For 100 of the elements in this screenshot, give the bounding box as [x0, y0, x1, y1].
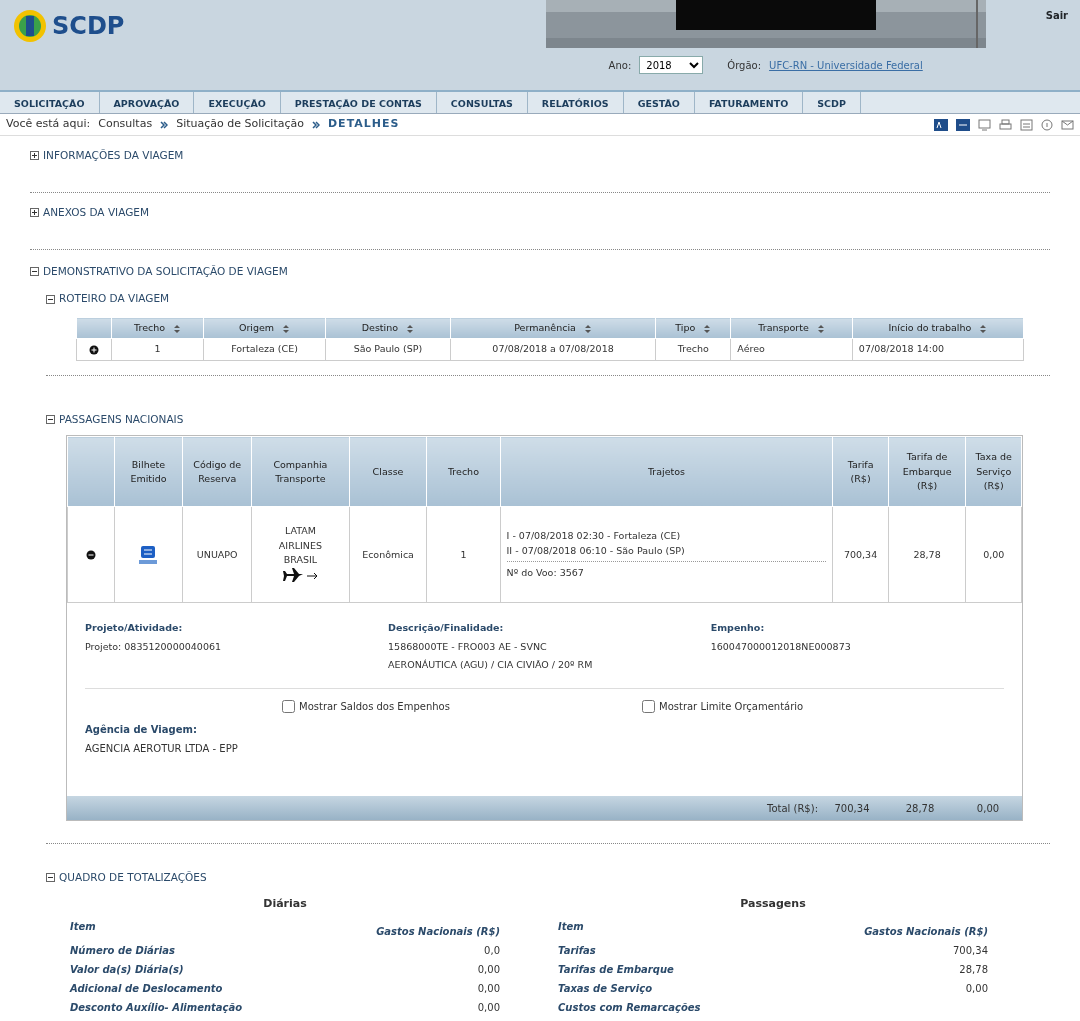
section-title[interactable]: ROTEIRO DA VIAGEM	[59, 291, 170, 307]
print-icon[interactable]	[999, 118, 1012, 131]
breadcrumb-link[interactable]: Situação de Solicitação	[176, 116, 304, 133]
collapse-icon[interactable]	[30, 266, 39, 276]
column-header: Gastos Nacionais (R$)	[375, 925, 501, 940]
expand-icon[interactable]	[30, 208, 39, 218]
menu-item[interactable]: CONSULTAS	[436, 92, 528, 113]
checkbox[interactable]	[282, 700, 295, 713]
group-title: Passagens	[739, 895, 807, 912]
column-header[interactable]: Origem	[203, 317, 326, 339]
field-value: AERONÁUTICA (AGU) / CIA CIVIÃO / 20º RM	[388, 657, 594, 672]
table-cell: Econômica	[349, 506, 427, 603]
section-title[interactable]: DEMONSTRATIVO DA SOLICITAÇÃO DE VIAGEM	[43, 263, 288, 280]
org-label: Órgão:	[727, 58, 762, 73]
table-cell-text: Desconto Auxílio- Alimentação	[69, 1001, 244, 1016]
section-title[interactable]: QUADRO DE TOTALIZAÇÕES	[59, 870, 207, 886]
field-label: Projeto/Atividade:	[85, 621, 184, 636]
menu-item[interactable]: SCDP	[803, 92, 861, 113]
logo-icon	[12, 8, 48, 44]
table-cell: Fortaleza (CE)	[203, 338, 326, 360]
breadcrumb-link[interactable]: Consultas	[98, 116, 153, 133]
year-label: Ano:	[608, 58, 632, 73]
chevron-icon	[312, 120, 320, 129]
logout-link[interactable]: Sair	[1045, 0, 1068, 23]
sort-icon[interactable]	[816, 323, 825, 334]
collapse-icon[interactable]	[46, 294, 55, 304]
checkbox[interactable]	[642, 700, 655, 713]
table-cell: 1	[111, 338, 204, 360]
table-cell-text: Custos com Remarcações	[557, 1001, 702, 1016]
field-value: AGENCIA AEROTUR LTDA - EPP	[85, 742, 239, 756]
column-header[interactable]: Transporte	[730, 317, 853, 339]
org-link[interactable]: UFC-RN - Universidade Federal	[769, 57, 923, 73]
table-cell: 07/08/2018 14:00	[852, 338, 1024, 360]
table-cell: 07/08/2018 a 07/08/2018	[450, 338, 656, 360]
column-header: Trajetos	[500, 436, 833, 507]
menu-item[interactable]: GESTÃO	[623, 92, 695, 113]
menu-item[interactable]: APROVAÇÃO	[99, 92, 195, 113]
ticket-icon[interactable]	[137, 545, 160, 564]
section-title[interactable]: ANEXOS DA VIAGEM	[43, 204, 149, 221]
sort-icon[interactable]	[406, 323, 415, 334]
column-header[interactable]: Início do trabalho	[852, 317, 1024, 339]
sort-icon[interactable]	[583, 323, 592, 334]
total-value: 700,34	[833, 801, 871, 816]
collapse-icon[interactable]	[46, 414, 55, 424]
sort-icon[interactable]	[282, 323, 291, 334]
column-header[interactable]: Trecho	[111, 317, 204, 339]
section-title[interactable]: PASSAGENS NACIONAIS	[59, 411, 184, 428]
field-value: Projeto: 0835120000040061	[85, 639, 223, 654]
column-header: Trecho	[426, 436, 501, 507]
sort-icon[interactable]	[979, 323, 988, 334]
table-cell-text: 0,00	[476, 1001, 501, 1016]
table-cell: 0,00	[965, 506, 1022, 603]
total-value: 28,78	[904, 801, 936, 816]
table-cell-text: 0,0	[483, 944, 501, 959]
group-title: Diárias	[262, 895, 308, 912]
section-title[interactable]: INFORMAÇÕES DA VIAGEM	[43, 148, 184, 164]
total-label: Total (R$):	[767, 801, 818, 816]
table-cell-text: 700,34	[952, 944, 989, 959]
column-header[interactable]: Tipo	[655, 317, 731, 339]
sort-icon[interactable]	[173, 323, 182, 334]
collapse-icon[interactable]	[85, 550, 96, 561]
field-label: Agência de Viagem:	[85, 723, 198, 737]
checkbox-label[interactable]: Mostrar Saldos dos Empenhos	[299, 699, 450, 714]
column-header[interactable]: Destino	[325, 317, 451, 339]
route-text: I - 07/08/2018 02:30 - Fortaleza (CE)	[506, 529, 682, 544]
expand-icon[interactable]	[89, 344, 100, 355]
table-cell-text: Tarifas de Embarque	[557, 963, 675, 978]
collapse-icon[interactable]	[46, 873, 55, 883]
breadcrumb-current: DETALHES	[328, 116, 400, 133]
menu-item[interactable]: PRESTAÇÃO DE CONTAS	[280, 92, 437, 113]
menu-item[interactable]: EXECUÇÃO	[194, 92, 281, 113]
column-header: Companhia Transporte	[251, 436, 350, 507]
menu-item[interactable]: SOLICITAÇÃO	[0, 92, 100, 113]
font-size-icon[interactable]	[934, 118, 948, 131]
table-cell-text: 0,00	[964, 982, 989, 997]
field-value: 160047000012018NE000873	[710, 639, 852, 654]
checkbox-label[interactable]: Mostrar Limite Orçamentário	[659, 699, 804, 714]
table-cell-text: Taxas de Serviço	[557, 982, 654, 997]
breadcrumb-label: Você está aqui:	[6, 116, 91, 133]
logo-text: SCDP	[52, 11, 125, 42]
table-cell: 1	[426, 506, 501, 603]
table-cell: 700,34	[832, 506, 889, 603]
menu-item[interactable]: FATURAMENTO	[694, 92, 804, 113]
help-icon[interactable]	[1041, 118, 1053, 131]
expand-icon[interactable]	[30, 151, 39, 161]
column-header: Tarifa de Embarque (R$)	[888, 436, 966, 507]
mail-icon[interactable]	[1061, 118, 1074, 131]
menu-item[interactable]: RELATÓRIOS	[527, 92, 624, 113]
font-size-icon[interactable]	[956, 118, 970, 131]
table-cell: UNUAPO	[182, 506, 252, 603]
table-cell-text: Tarifas	[557, 944, 597, 959]
table-cell-text: Valor da(s) Diária(s)	[69, 963, 185, 978]
column-header: Item	[69, 920, 97, 935]
chevron-icon	[160, 120, 169, 129]
route-text: II - 07/08/2018 06:10 - São Paulo (SP)	[506, 543, 686, 558]
sort-icon[interactable]	[703, 323, 712, 334]
column-header[interactable]: Permanência	[450, 317, 656, 339]
total-value: 0,00	[975, 801, 1001, 816]
year-select[interactable]: 2018	[639, 56, 704, 74]
table-cell: 28,78	[888, 506, 966, 603]
